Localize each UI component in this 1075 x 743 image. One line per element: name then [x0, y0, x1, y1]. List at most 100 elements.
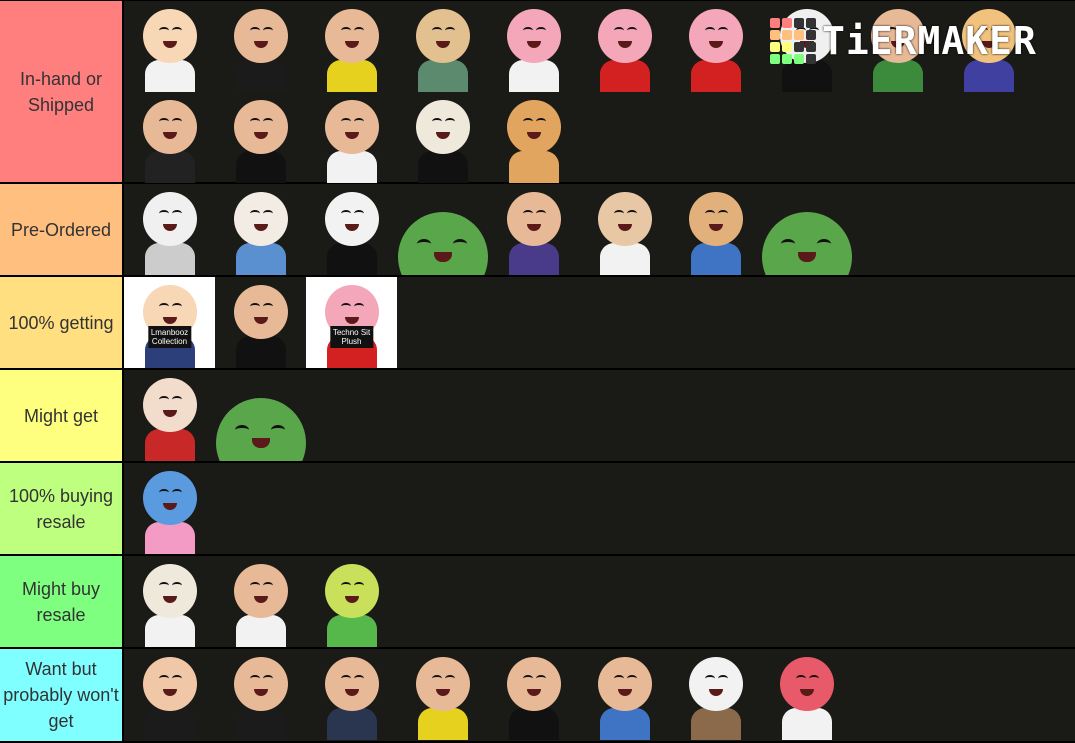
tier-item-character-yellow-shirt-guitar[interactable]	[306, 1, 397, 92]
closed-eye-icon	[536, 27, 546, 34]
tier-label[interactable]: Might get	[0, 370, 124, 461]
character-body	[144, 60, 195, 92]
character-face	[870, 9, 925, 63]
closed-eye-icon	[172, 27, 182, 34]
closed-eye-icon	[159, 303, 169, 310]
character-face	[506, 192, 561, 246]
tier-items-dropzone[interactable]	[124, 649, 1075, 741]
tier-item-goat-character-armchair[interactable]	[124, 556, 215, 647]
tier-items-dropzone[interactable]: Lmanbooz Collection Techno Sit Plush	[124, 277, 1075, 368]
tier-label[interactable]: 100% buying resale	[0, 463, 124, 554]
tier-items-dropzone[interactable]	[124, 370, 1075, 461]
tier-label[interactable]: Might buy resale	[0, 556, 124, 647]
character-body	[144, 151, 195, 183]
closed-eye-icon	[978, 27, 988, 34]
tier-item-bearded-character-with-heart[interactable]	[397, 1, 488, 92]
tier-item-character-with-bee-boat[interactable]	[852, 1, 943, 92]
closed-eye-icon	[536, 118, 546, 125]
tier-label[interactable]: Pre-Ordered	[0, 184, 124, 275]
item-caption: Lmanbooz Collection	[147, 326, 192, 348]
closed-eye-icon	[705, 210, 715, 217]
tier-item-character-headphones-guitar[interactable]	[215, 649, 306, 740]
closed-eye-icon	[159, 675, 169, 682]
tier-item-blonde-character-with-camera[interactable]	[124, 1, 215, 92]
tier-item-grey-beard-character-blue-cardigan[interactable]	[579, 649, 670, 740]
closed-eye-icon	[341, 582, 351, 589]
tier-item-dog-character-pink-items[interactable]	[670, 649, 761, 740]
character-body	[417, 708, 468, 740]
character-body	[144, 522, 195, 554]
tier-item-lmanberg-collection[interactable]: Lmanbooz Collection	[124, 277, 215, 368]
tier-item-character-with-noodle-bowl[interactable]	[943, 1, 1034, 92]
closed-eye-icon	[432, 118, 442, 125]
closed-eye-icon	[809, 675, 819, 682]
tier-item-character-black-outfit[interactable]	[215, 92, 306, 183]
character-face	[506, 657, 561, 711]
tier-items-dropzone[interactable]	[124, 556, 1075, 647]
tier-item-shiba-dog-pink-hat[interactable]	[488, 92, 579, 183]
tier-item-blue-skin-blonde-character[interactable]	[124, 463, 215, 554]
character-body	[235, 615, 286, 647]
tier-item-masked-grey-character[interactable]	[124, 184, 215, 275]
tier-item-techno-sit-plush[interactable]: Techno Sit Plush	[306, 277, 397, 368]
closed-eye-icon	[453, 239, 467, 249]
tier-item-green-plant-character[interactable]	[306, 556, 397, 647]
tier-item-pig-character-white-coat[interactable]	[488, 1, 579, 92]
tier-list: In-hand or Shipped Pre-Ordered 100% gettin…	[0, 0, 1075, 743]
tier-item-character-with-guitar-black-outfit[interactable]	[215, 1, 306, 92]
character-face	[233, 564, 288, 618]
tier-item-masked-character-suit[interactable]	[761, 1, 852, 92]
tier-item-character-headphones-bench[interactable]	[488, 184, 579, 275]
character-face	[597, 9, 652, 63]
tier-item-red-knuckles-character-burger[interactable]	[761, 649, 852, 740]
character-face	[324, 657, 379, 711]
tier-item-black-white-goat-red-tie[interactable]	[306, 184, 397, 275]
tier-item-green-blob-smiling[interactable]	[397, 184, 488, 275]
character-face	[233, 192, 288, 246]
tier-item-green-blob-with-stick[interactable]	[761, 184, 852, 275]
tier-items-dropzone[interactable]	[124, 1, 1075, 183]
tier-item-hourglass-character[interactable]	[124, 92, 215, 183]
tier-row: Want but probably won't get	[0, 649, 1075, 743]
tier-item-goat-character-suit[interactable]	[397, 92, 488, 183]
closed-eye-icon	[796, 675, 806, 682]
tier-item-ram-character-blue-sweater[interactable]	[215, 184, 306, 275]
tier-item-green-blob-open-mouth[interactable]	[215, 370, 306, 461]
closed-eye-icon	[159, 118, 169, 125]
tier-item-character-white-hoodie-bee[interactable]	[579, 184, 670, 275]
tier-item-bearded-character-teddy-bear[interactable]	[124, 649, 215, 740]
character-face	[415, 100, 470, 154]
character-face	[397, 212, 488, 275]
character-face	[688, 192, 743, 246]
tier-item-character-thumbs-up[interactable]	[488, 649, 579, 740]
tier-items-dropzone[interactable]	[124, 463, 1075, 554]
tier-label[interactable]: 100% getting	[0, 277, 124, 368]
tier-label[interactable]: In-hand or Shipped	[0, 1, 124, 182]
closed-eye-icon	[172, 675, 182, 682]
tier-item-character-bowtie-white-shirt[interactable]	[215, 556, 306, 647]
closed-eye-icon	[523, 675, 533, 682]
closed-eye-icon	[341, 27, 351, 34]
closed-eye-icon	[263, 118, 273, 125]
closed-eye-icon	[341, 210, 351, 217]
closed-eye-icon	[809, 27, 819, 34]
closed-eye-icon	[250, 27, 260, 34]
tier-item-character-red-sunglasses[interactable]	[670, 184, 761, 275]
tier-item-pig-king-on-plane[interactable]	[579, 1, 670, 92]
closed-eye-icon	[159, 210, 169, 217]
tier-items-dropzone[interactable]	[124, 184, 1075, 275]
character-body	[417, 60, 468, 92]
tier-item-character-with-pugs[interactable]	[215, 277, 306, 368]
tier-item-frog-burger-character-bat[interactable]	[397, 649, 488, 740]
character-face	[688, 657, 743, 711]
closed-eye-icon	[718, 27, 728, 34]
tier-label[interactable]: Want but probably won't get	[0, 649, 124, 741]
tier-item-character-dabbing[interactable]	[306, 649, 397, 740]
tier-item-pig-king-standing[interactable]	[670, 1, 761, 92]
closed-eye-icon	[432, 675, 442, 682]
closed-eye-icon	[718, 210, 728, 217]
closed-eye-icon	[627, 27, 637, 34]
tier-item-purple-hair-sunglasses-character[interactable]	[124, 370, 215, 461]
closed-eye-icon	[341, 675, 351, 682]
tier-item-character-white-suit[interactable]	[306, 92, 397, 183]
